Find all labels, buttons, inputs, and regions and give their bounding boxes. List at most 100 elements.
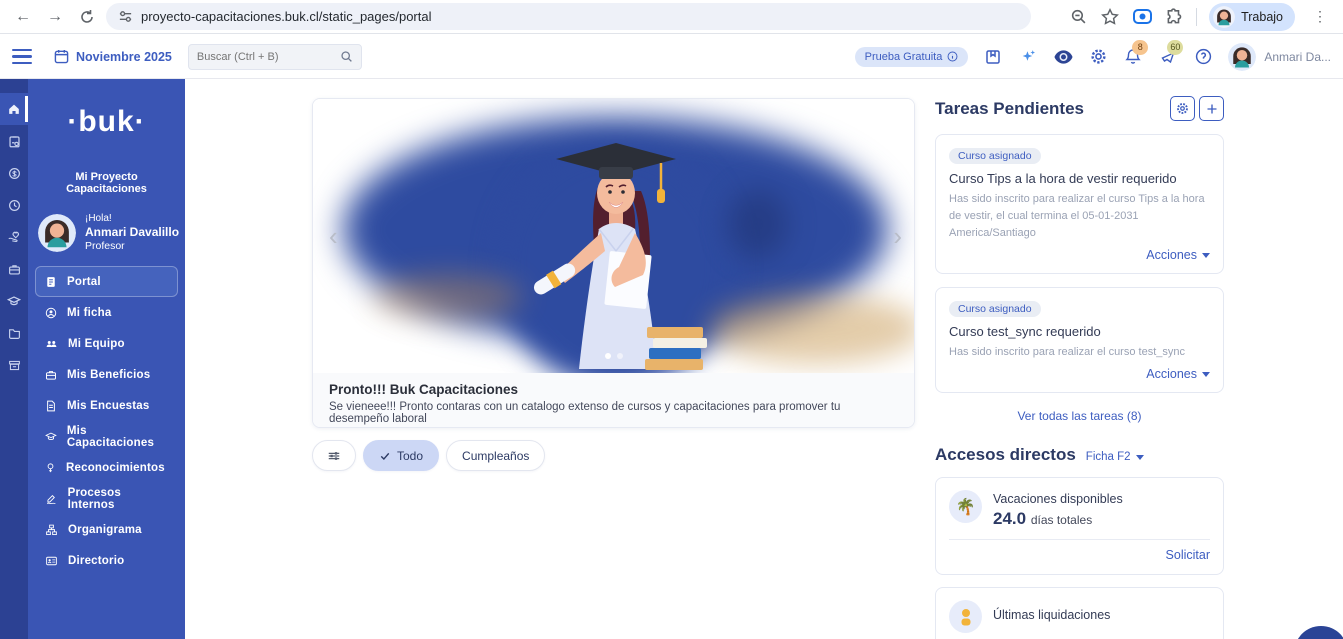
gear-icon: [1176, 102, 1189, 115]
palm-tree-icon: 🌴: [949, 490, 982, 523]
plus-icon: [1206, 103, 1218, 115]
sidebar-item-mis-encuestas[interactable]: Mis Encuestas: [35, 390, 178, 421]
rail-home-icon[interactable]: [0, 93, 28, 125]
task-title: Curso Tips a la hora de vestir requerido: [949, 171, 1210, 186]
menu-label: Mis Capacitaciones: [67, 425, 168, 449]
sidebar-item-mi-ficha[interactable]: Mi ficha: [35, 297, 178, 328]
rail-money-icon[interactable]: [0, 157, 28, 189]
tasks-settings-button[interactable]: [1170, 96, 1195, 121]
user-short-name: Anmari Da...: [1264, 50, 1331, 64]
rail-archive-icon[interactable]: [0, 349, 28, 381]
carousel-prev-icon[interactable]: ‹: [329, 223, 338, 249]
sidebar-item-procesos-internos[interactable]: Procesos Internos: [35, 483, 178, 514]
trial-label: Prueba Gratuita: [865, 51, 943, 63]
task-actions-dropdown[interactable]: Acciones: [949, 367, 1210, 381]
feed-filters: Todo Cumpleaños: [312, 440, 545, 471]
sidebar-item-mis-capacitaciones[interactable]: Mis Capacitaciones: [35, 421, 178, 452]
bookmark-star-icon[interactable]: [1100, 7, 1120, 27]
filter-todo-chip[interactable]: Todo: [363, 440, 439, 471]
team-icon: [45, 338, 58, 350]
global-search[interactable]: [188, 44, 362, 70]
app-toolbar: Noviembre 2025 Prueba Gratuita: [0, 35, 1343, 79]
period-selector[interactable]: Noviembre 2025: [54, 49, 172, 64]
menu-label: Portal: [67, 276, 101, 288]
buk-logo[interactable]: ·buk·: [28, 105, 185, 139]
sidebar-item-mis-beneficios[interactable]: Mis Beneficios: [35, 359, 178, 390]
menu-label: Organigrama: [68, 524, 142, 536]
carousel-dot[interactable]: [605, 353, 611, 359]
announcement-carousel: ‹ › Pronto!!! Buk Capacitaciones Se vien…: [312, 98, 915, 428]
carousel-next-icon[interactable]: ›: [893, 223, 902, 249]
rail-recognition-icon[interactable]: [0, 221, 28, 253]
sidebar-item-mi-equipo[interactable]: Mi Equipo: [35, 328, 178, 359]
carousel-title: Pronto!!! Buk Capacitaciones: [329, 382, 898, 397]
right-panel: Tareas Pendientes Curso asignado Curso T…: [935, 96, 1224, 639]
menu-label: Mis Beneficios: [67, 369, 150, 381]
search-icon[interactable]: [340, 50, 353, 63]
rail-clock-icon[interactable]: [0, 189, 28, 221]
user-menu[interactable]: Anmari Da...: [1228, 43, 1331, 71]
task-card: Curso asignado Curso Tips a la hora de v…: [935, 134, 1224, 274]
sparkles-icon[interactable]: [1018, 47, 1038, 67]
menu-toggle-icon[interactable]: [12, 49, 32, 65]
tab-media-icon[interactable]: [1132, 7, 1152, 27]
greeting: ¡Hola!: [85, 213, 179, 224]
user-name: Anmari Davalillo: [85, 225, 179, 239]
browser-profile-chip[interactable]: Trabajo: [1209, 3, 1295, 31]
task-title: Curso test_sync requerido: [949, 324, 1210, 339]
sidebar-item-directorio[interactable]: Directorio: [35, 545, 178, 576]
id-card-icon: [45, 555, 58, 567]
rail-graduation-icon[interactable]: [0, 285, 28, 317]
rail-clipboard-icon[interactable]: [0, 125, 28, 157]
reload-icon[interactable]: [74, 4, 100, 30]
save-icon[interactable]: [983, 47, 1003, 67]
tasks-add-button[interactable]: [1199, 96, 1224, 121]
forward-icon[interactable]: →: [42, 4, 68, 30]
task-card: Curso asignado Curso test_sync requerido…: [935, 287, 1224, 393]
graduate-illustration: [511, 121, 721, 373]
notifications-bell-icon[interactable]: 8: [1123, 47, 1143, 67]
company-name: Mi Proyecto Capacitaciones: [28, 171, 185, 195]
person-circle-icon: [45, 307, 57, 319]
sidebar-item-organigrama[interactable]: Organigrama: [35, 514, 178, 545]
sidebar-item-reconocimientos[interactable]: Reconocimientos: [35, 452, 178, 483]
rail-folder-icon[interactable]: [0, 317, 28, 349]
avatar: [1213, 6, 1235, 28]
task-description: Has sido inscrito para realizar el curso…: [949, 191, 1210, 242]
gear-icon[interactable]: [1088, 47, 1108, 67]
rail-briefcase-icon[interactable]: [0, 253, 28, 285]
help-icon[interactable]: [1193, 47, 1213, 67]
liquidaciones-card: Últimas liquidaciones Noviembre 2025 Oct…: [935, 587, 1224, 639]
menu-label: Mis Encuestas: [67, 400, 150, 412]
back-icon[interactable]: ←: [10, 4, 36, 30]
vacations-card: 🌴 Vacaciones disponibles 24.0 días total…: [935, 477, 1224, 575]
announcements-icon[interactable]: 60: [1158, 47, 1178, 67]
chat-bubble-button[interactable]: [1294, 626, 1343, 639]
view-all-tasks-link[interactable]: Ver todas las tareas (8): [935, 409, 1224, 423]
avatar: [38, 214, 76, 252]
carousel-caption: Pronto!!! Buk Capacitaciones Se vieneee!…: [313, 373, 914, 428]
request-vacation-link[interactable]: Solicitar: [949, 548, 1210, 562]
task-badge: Curso asignado: [949, 148, 1041, 164]
carousel-dot[interactable]: [617, 353, 623, 359]
shortcuts-heading: Accesos directos: [935, 445, 1076, 465]
caret-down-icon: [1136, 455, 1144, 460]
filter-settings-button[interactable]: [312, 440, 356, 471]
caret-down-icon: [1202, 372, 1210, 377]
zoom-out-icon[interactable]: [1068, 7, 1088, 27]
browser-menu-icon[interactable]: ⋮: [1307, 4, 1333, 30]
address-bar[interactable]: proyecto-capacitaciones.buk.cl/static_pa…: [106, 3, 1031, 30]
filter-cumpleanos-chip[interactable]: Cumpleaños: [446, 440, 545, 471]
ficha-selector[interactable]: Ficha F2: [1086, 451, 1144, 463]
sidebar-user-card[interactable]: ¡Hola! Anmari Davalillo Profesor: [38, 213, 185, 252]
trial-badge[interactable]: Prueba Gratuita: [855, 47, 969, 67]
site-settings-icon[interactable]: [118, 9, 133, 24]
task-actions-dropdown[interactable]: Acciones: [949, 248, 1210, 262]
eye-icon[interactable]: [1053, 47, 1073, 67]
search-input[interactable]: [197, 51, 340, 63]
extensions-icon[interactable]: [1164, 7, 1184, 27]
document-icon: [45, 276, 57, 288]
payslip-icon: [949, 600, 982, 633]
carousel-dots: [605, 353, 623, 359]
sidebar-item-portal[interactable]: Portal: [35, 266, 178, 297]
